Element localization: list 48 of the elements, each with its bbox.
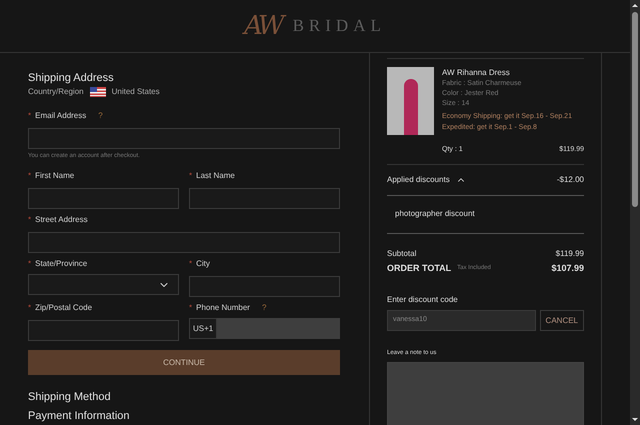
discount-name: photographer discount: [395, 208, 475, 220]
field-label: Zip/Postal Code: [35, 302, 92, 314]
subtotal-value: $119.99: [556, 248, 584, 260]
required-mark: *: [28, 302, 32, 314]
note-field[interactable]: [387, 362, 584, 425]
field-label: Phone Number: [196, 302, 250, 314]
required-mark: *: [189, 258, 192, 270]
product-name[interactable]: AW Rihanna Dress: [442, 68, 572, 78]
field-label: Email Address: [35, 110, 86, 122]
subtotal-label: Subtotal: [387, 248, 416, 260]
field-label: State/Province: [35, 258, 88, 270]
logo-word: BRIDAL: [292, 15, 386, 38]
photo-placeholder: [387, 67, 434, 135]
discounts-toggle[interactable]: Applied discounts: [387, 174, 466, 186]
cancel-button[interactable]: CANCEL: [540, 310, 584, 331]
field-label: Street Address: [35, 214, 88, 226]
country-value[interactable]: United States: [112, 86, 160, 98]
country-label: Country/Region: [28, 86, 84, 98]
discount-amount: -$12.00: [556, 174, 584, 186]
required-mark: *: [189, 302, 192, 314]
continue-button[interactable]: CONTINUE: [28, 350, 340, 375]
field-label: City: [196, 258, 210, 270]
scrollbar-drawing[interactable]: [630, 0, 640, 425]
text-field[interactable]: [28, 128, 340, 148]
section-title: Shipping Address: [28, 71, 115, 85]
phone-field[interactable]: [217, 318, 340, 339]
text-field[interactable]: [189, 276, 340, 296]
phone-prefix: US+1: [189, 318, 217, 339]
required-mark: *: [189, 170, 192, 182]
required-mark: *: [28, 214, 32, 226]
section-title[interactable]: Shipping Method: [28, 391, 340, 404]
required-mark: *: [28, 258, 32, 270]
flag-icon: [90, 87, 106, 97]
section-title[interactable]: Payment Information: [28, 410, 340, 422]
help-mark[interactable]: ?: [262, 302, 266, 314]
required-mark: *: [28, 170, 32, 182]
required-mark: *: [28, 110, 32, 122]
text-field[interactable]: [28, 320, 179, 340]
total-label: ORDER TOTAL: [387, 262, 452, 274]
help-mark[interactable]: ?: [98, 110, 103, 122]
text-field[interactable]: [28, 188, 179, 208]
field-label: First Name: [35, 170, 74, 182]
total-value: $107.99: [551, 262, 584, 274]
state-dropdown[interactable]: [28, 274, 179, 295]
text-field[interactable]: [189, 188, 340, 208]
discount-code-label: Enter discount code: [387, 294, 459, 306]
text-field[interactable]: [28, 232, 340, 252]
field-label: Last Name: [196, 170, 235, 182]
